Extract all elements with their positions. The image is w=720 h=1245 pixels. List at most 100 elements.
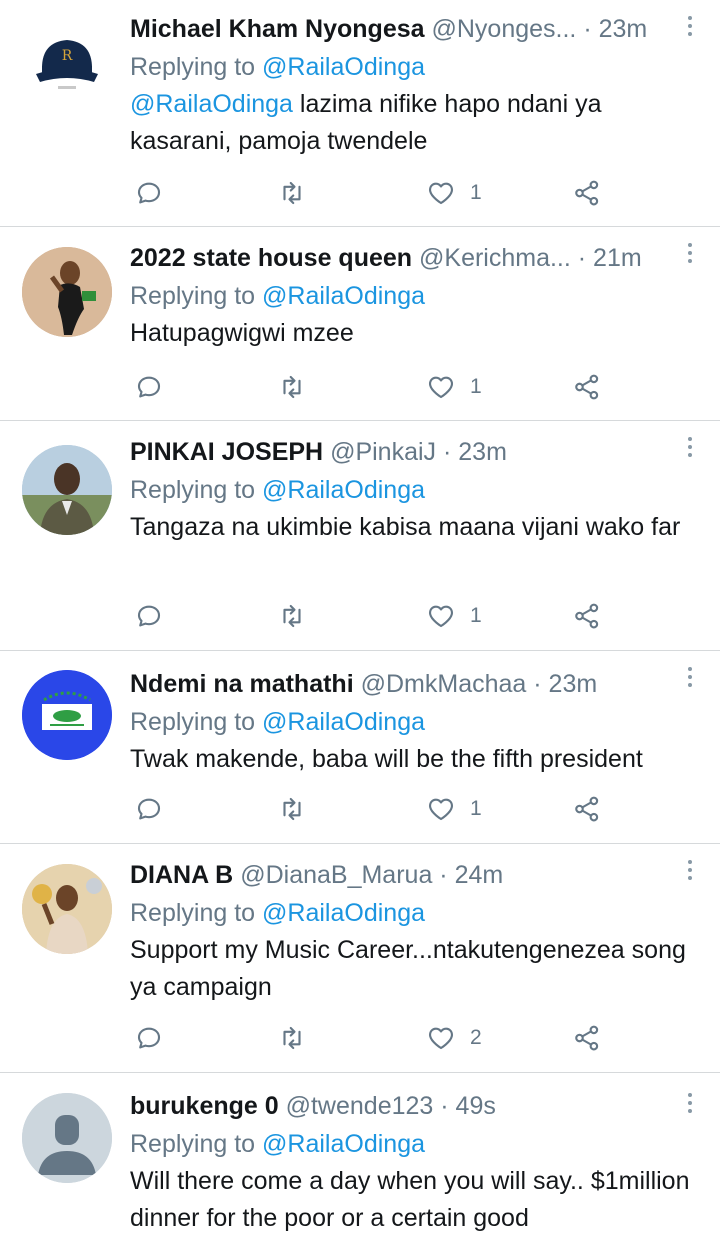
author-handle[interactable]: @DianaB_Marua — [240, 861, 432, 889]
like-count: 1 — [470, 181, 482, 204]
avatar[interactable] — [22, 1093, 112, 1183]
reply-button[interactable] — [134, 173, 164, 213]
avatar[interactable] — [22, 247, 112, 337]
tweet[interactable]: burukenge 0 @twende123 · 49s Replying to… — [0, 1073, 720, 1245]
author-name[interactable]: Ndemi na mathathi — [130, 670, 354, 698]
reply-button[interactable] — [134, 789, 164, 829]
share-icon — [575, 180, 599, 206]
like-button[interactable]: 2 — [426, 1018, 482, 1058]
avatar[interactable] — [22, 445, 112, 535]
retweet-button[interactable] — [277, 789, 307, 829]
retweet-button[interactable] — [277, 1018, 307, 1058]
author-name[interactable]: 2022 state house queen — [130, 244, 412, 272]
author-name[interactable]: burukenge 0 — [130, 1092, 279, 1120]
author-name[interactable]: Michael Kham Nyongesa — [130, 15, 425, 43]
timestamp: · 49s — [440, 1092, 496, 1120]
svg-text:R: R — [62, 48, 73, 64]
replying-label: Replying to — [130, 476, 263, 504]
more-icon[interactable] — [688, 860, 694, 884]
share-button[interactable] — [572, 367, 602, 407]
reply-button[interactable] — [134, 1018, 164, 1058]
replying-label: Replying to — [130, 53, 263, 81]
tweet-text: Will there come a day when you will say.… — [130, 1167, 690, 1232]
timestamp: · 23m — [443, 438, 507, 466]
author-name[interactable]: PINKAI JOSEPH — [130, 438, 323, 466]
share-icon — [575, 603, 599, 629]
mention-link[interactable]: @RailaOdinga — [130, 90, 293, 118]
avatar[interactable] — [22, 864, 112, 954]
retweet-icon — [283, 375, 301, 399]
tweet[interactable]: PINKAI JOSEPH @PinkaiJ · 23m Replying to… — [0, 421, 720, 651]
author-handle[interactable]: @twende123 — [286, 1092, 434, 1120]
author-name[interactable]: DIANA B — [130, 861, 233, 889]
retweet-button[interactable] — [277, 596, 307, 636]
replying-to: Replying to @RailaOdinga — [130, 277, 700, 315]
replying-to: Replying to @RailaOdinga — [130, 48, 700, 86]
share-icon — [575, 374, 599, 400]
more-icon[interactable] — [688, 16, 694, 40]
author-handle[interactable]: @PinkaiJ — [330, 438, 436, 466]
replying-mention-link[interactable]: @RailaOdinga — [262, 899, 425, 927]
reply-button[interactable] — [134, 367, 164, 407]
tweet[interactable]: 2022 state house queen @Kerichma... · 21… — [0, 227, 720, 421]
like-button[interactable]: 1 — [426, 596, 482, 636]
like-icon — [428, 798, 454, 821]
like-button[interactable]: 1 — [426, 367, 482, 407]
replying-to: Replying to @RailaOdinga — [130, 894, 700, 932]
tweet-text: Support my Music Career...ntakutengeneze… — [130, 936, 686, 1001]
tweet[interactable]: Ndemi na mathathi @DmkMachaa · 23m Reply… — [0, 651, 720, 844]
reply-icon — [137, 182, 161, 204]
timestamp: · 23m — [583, 15, 648, 43]
like-button[interactable]: 1 — [426, 789, 482, 829]
replying-label: Replying to — [130, 708, 263, 736]
replying-mention-link[interactable]: @RailaOdinga — [262, 476, 425, 504]
avatar[interactable]: R — [22, 22, 112, 112]
tweet-text: Tangaza na ukimbie kabisa maana vijani w… — [130, 513, 681, 541]
more-icon[interactable] — [688, 667, 694, 691]
replying-mention-link[interactable]: @RailaOdinga — [262, 1130, 425, 1158]
reply-icon — [137, 1027, 161, 1049]
share-button[interactable] — [572, 1018, 602, 1058]
like-icon — [428, 1027, 454, 1050]
tweet-text: Twak makende, baba will be the fifth pre… — [130, 745, 643, 773]
reply-icon — [137, 798, 161, 820]
share-icon — [575, 796, 599, 822]
like-count: 1 — [470, 604, 482, 627]
share-button[interactable] — [572, 173, 602, 213]
tweet-text: @RailaOdinga lazima nifike hapo ndani ya… — [130, 86, 700, 160]
like-icon — [428, 605, 454, 628]
like-count: 1 — [470, 797, 482, 820]
like-icon — [428, 376, 454, 399]
tweet[interactable]: DIANA B @DianaB_Marua · 24m Replying to … — [0, 844, 720, 1073]
author-handle[interactable]: @Nyonges... — [431, 15, 576, 43]
like-count: 2 — [470, 1026, 482, 1049]
retweet-button[interactable] — [277, 367, 307, 407]
retweet-button[interactable] — [277, 173, 307, 213]
replying-mention-link[interactable]: @RailaOdinga — [262, 708, 425, 736]
replying-mention-link[interactable]: @RailaOdinga — [262, 53, 425, 81]
replying-mention-link[interactable]: @RailaOdinga — [262, 282, 425, 310]
share-button[interactable] — [572, 596, 602, 636]
share-button[interactable] — [572, 789, 602, 829]
reply-button[interactable] — [134, 596, 164, 636]
more-icon[interactable] — [688, 437, 694, 461]
replying-to: Replying to @RailaOdinga — [130, 471, 700, 509]
retweet-icon — [283, 604, 301, 628]
more-icon[interactable] — [688, 1093, 694, 1117]
retweet-icon — [283, 797, 301, 821]
replying-label: Replying to — [130, 899, 263, 927]
like-icon — [428, 182, 454, 205]
replying-to: Replying to @RailaOdinga — [130, 703, 700, 741]
replying-to: Replying to @RailaOdinga — [130, 1125, 700, 1163]
more-icon[interactable] — [688, 243, 694, 267]
replying-label: Replying to — [130, 282, 263, 310]
author-handle[interactable]: @DmkMachaa — [361, 670, 527, 698]
like-count: 1 — [470, 375, 482, 398]
tweet[interactable]: R Michael Kham Nyongesa @Nyonges... · 23… — [0, 0, 720, 227]
avatar[interactable] — [22, 670, 112, 760]
author-handle[interactable]: @Kerichma... — [419, 244, 571, 272]
retweet-icon — [283, 181, 301, 205]
retweet-icon — [283, 1026, 301, 1050]
like-button[interactable]: 1 — [426, 173, 482, 213]
share-icon — [575, 1025, 599, 1051]
